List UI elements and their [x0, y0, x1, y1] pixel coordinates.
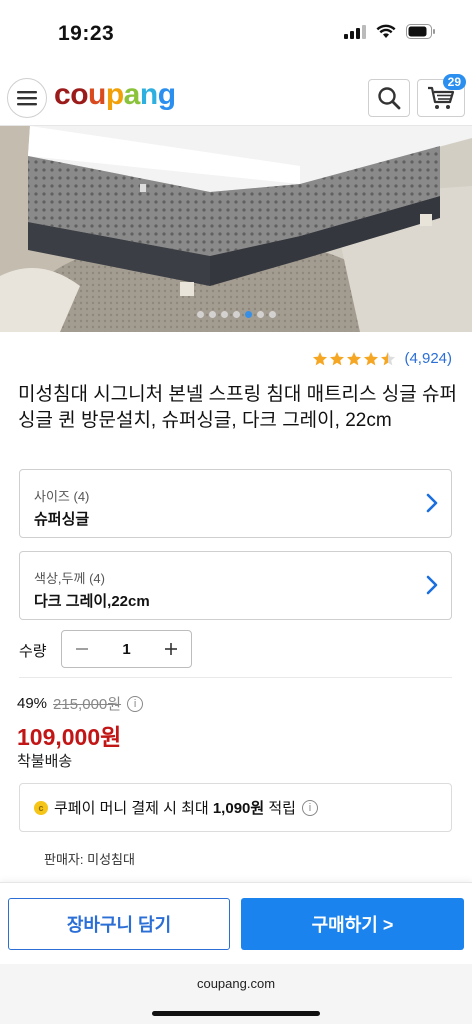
- mattress-image: [0, 126, 472, 332]
- carousel-dot[interactable]: [244, 311, 252, 318]
- logo-letter: o: [70, 78, 89, 111]
- add-to-cart-button[interactable]: 장바구니 담기: [8, 898, 230, 950]
- coupang-logo[interactable]: coupang: [54, 78, 176, 112]
- price-row: 49% 215,000원 i: [17, 693, 144, 714]
- carousel-dot[interactable]: [208, 311, 216, 318]
- option-label: 색상,두께 (4): [34, 571, 105, 586]
- carousel-indicator: [0, 311, 472, 318]
- menu-button[interactable]: [7, 78, 47, 118]
- battery-icon: [406, 24, 435, 39]
- product-title: 미성침대 시그니처 본넬 스프링 침대 매트리스 싱글 슈퍼싱글 퀸 방문설치,…: [18, 384, 457, 431]
- increment-button[interactable]: [161, 639, 181, 659]
- carousel-dot[interactable]: [268, 311, 276, 318]
- wifi-icon: [376, 24, 396, 38]
- search-icon: [378, 87, 401, 110]
- carousel-dot[interactable]: [196, 311, 204, 318]
- carousel-dot[interactable]: [256, 311, 264, 318]
- cashback-banner[interactable]: c 쿠페이 머니 결제 시 최대 1,090원 적립 i: [19, 783, 452, 832]
- cashback-text: 쿠페이 머니 결제 시 최대 1,090원 적립: [54, 800, 296, 817]
- hamburger-icon: [17, 91, 37, 106]
- logo-letter: n: [139, 78, 158, 111]
- buy-now-button[interactable]: 구매하기 >: [241, 898, 464, 950]
- chevron-right-icon: [426, 575, 438, 595]
- info-icon[interactable]: i: [301, 799, 318, 816]
- status-icons: [344, 24, 436, 39]
- option-value: 슈퍼싱글: [34, 511, 90, 528]
- bottom-action-bar: 장바구니 담기 구매하기 >: [0, 882, 472, 964]
- star-icon: [381, 351, 396, 365]
- logo-letter: c: [54, 78, 71, 111]
- product-image-carousel[interactable]: [0, 126, 472, 332]
- divider: [19, 677, 452, 678]
- carousel-dot[interactable]: [220, 311, 228, 318]
- browser-url-bar: coupang.com: [0, 964, 472, 1024]
- discount-rate: 49%: [17, 695, 48, 712]
- app-header: coupang 29: [0, 70, 472, 126]
- seller-info[interactable]: 판매자: 미성침대: [44, 849, 135, 868]
- search-button[interactable]: [368, 79, 410, 117]
- star-icon: [347, 351, 362, 365]
- chevron-right-icon: [426, 493, 438, 513]
- star-rating: [312, 351, 396, 367]
- info-icon[interactable]: i: [127, 695, 144, 712]
- coin-icon: c: [34, 800, 48, 815]
- logo-letter: a: [123, 78, 141, 111]
- signal-icon: [344, 24, 366, 39]
- quantity-label: 수량: [19, 643, 47, 660]
- decrement-button[interactable]: [72, 639, 92, 659]
- star-icon: [330, 351, 345, 365]
- status-bar: 19:23: [0, 0, 472, 70]
- star-icon: [364, 351, 379, 365]
- status-time: 19:23: [58, 22, 115, 45]
- logo-letter: g: [157, 78, 176, 111]
- url-text[interactable]: coupang.com: [0, 976, 472, 991]
- home-indicator[interactable]: [152, 1011, 320, 1016]
- quantity-value[interactable]: 1: [122, 641, 130, 658]
- star-icon: [313, 351, 328, 365]
- option-value: 다크 그레이,22cm: [34, 593, 150, 610]
- logo-letter: p: [105, 78, 124, 111]
- shipping-type: 착불배송: [17, 753, 73, 770]
- rating-row[interactable]: (4,924): [312, 350, 452, 367]
- original-price: 215,000원: [53, 696, 122, 713]
- option-color-selector[interactable]: 색상,두께 (4) 다크 그레이,22cm: [19, 551, 452, 620]
- quantity-stepper: 1: [61, 630, 192, 668]
- sale-price: 109,000원: [17, 724, 122, 750]
- plus-icon: [165, 643, 177, 655]
- option-size-selector[interactable]: 사이즈 (4) 슈퍼싱글: [19, 469, 452, 538]
- cart-button[interactable]: 29: [417, 74, 466, 117]
- review-count[interactable]: (4,924): [404, 350, 452, 367]
- minus-icon: [76, 648, 88, 650]
- logo-letter: u: [88, 78, 106, 111]
- option-label: 사이즈 (4): [34, 489, 90, 504]
- cart-count-badge: 29: [442, 74, 466, 90]
- carousel-dot[interactable]: [232, 311, 240, 318]
